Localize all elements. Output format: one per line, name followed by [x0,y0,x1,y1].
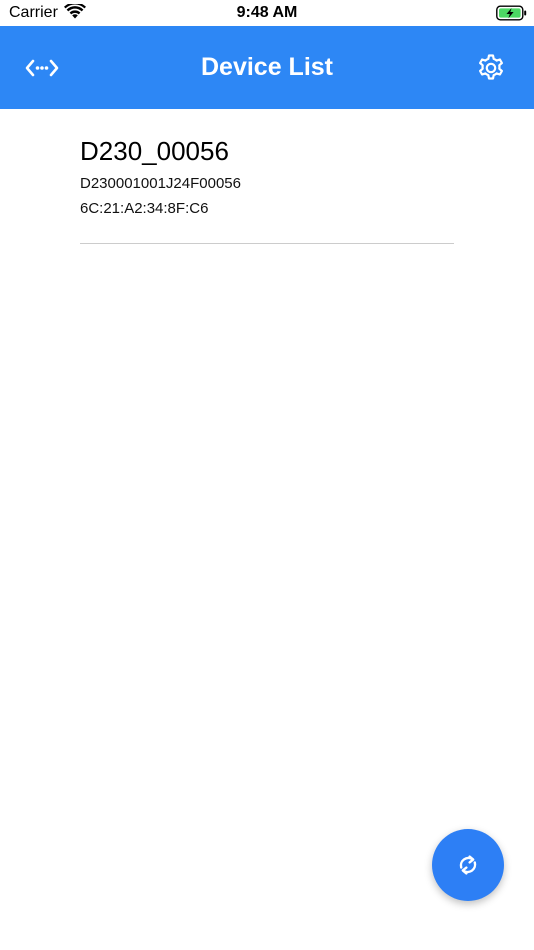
app-header: Device List [0,26,534,109]
battery-charging-icon [496,5,527,21]
refresh-button[interactable] [432,829,504,901]
gear-icon[interactable] [476,53,506,83]
status-time: 9:48 AM [236,4,298,21]
device-list-item[interactable]: D230_00056 D230001001J24F00056 6C:21:A2:… [80,130,454,244]
device-mac-address: 6C:21:A2:34:8F:C6 [80,200,209,217]
status-bar: Carrier 9:48 AM [0,0,534,26]
refresh-icon [459,855,477,875]
device-name: D230_00056 [80,136,229,166]
page-title: Device List [200,53,333,81]
device-serial: D230001001J24F00056 [80,175,241,192]
